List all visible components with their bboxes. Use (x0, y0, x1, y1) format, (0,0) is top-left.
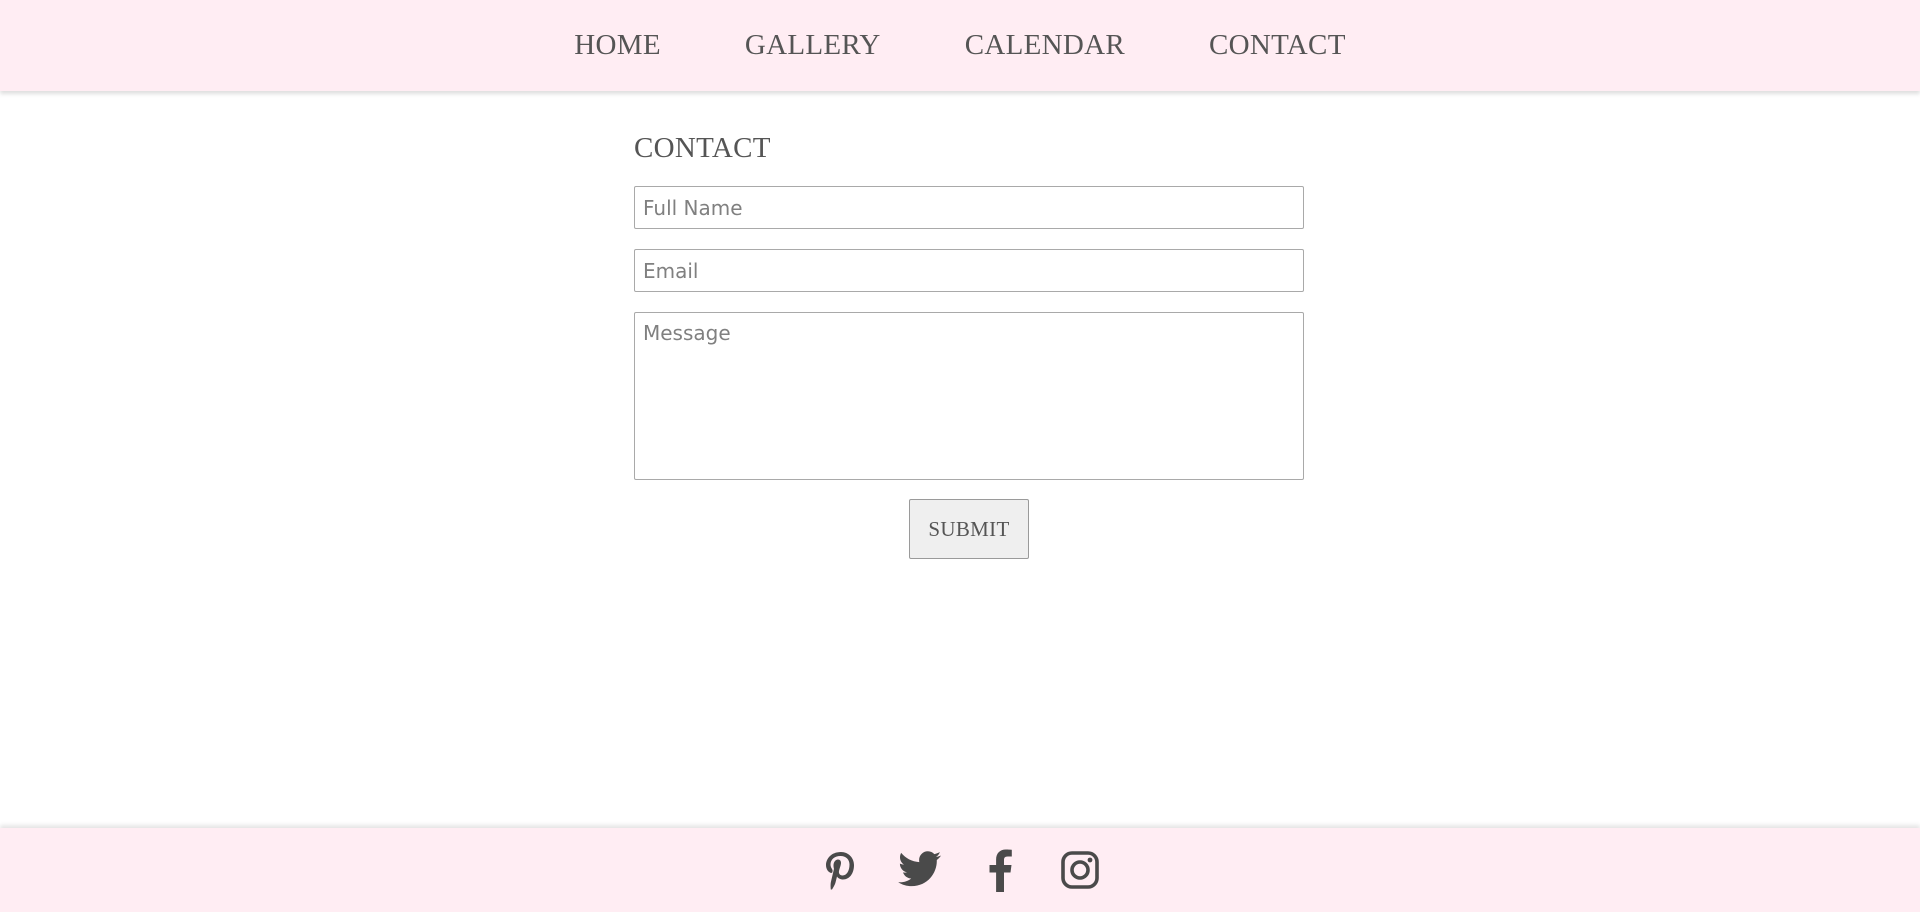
contact-section: CONTACT SUBMIT (634, 130, 1304, 559)
full-name-field[interactable] (634, 186, 1304, 229)
submit-row: SUBMIT (634, 499, 1304, 559)
pinterest-icon[interactable] (812, 842, 868, 898)
submit-button[interactable]: SUBMIT (909, 499, 1029, 559)
nav-calendar-link[interactable]: CALENDAR (923, 0, 1167, 91)
email-field[interactable] (634, 249, 1304, 292)
twitter-icon[interactable] (892, 842, 948, 898)
instagram-icon[interactable] (1052, 842, 1108, 898)
top-navigation: HOME GALLERY CALENDAR CONTACT (0, 0, 1920, 91)
nav-contact-link[interactable]: CONTACT (1167, 0, 1388, 91)
facebook-icon[interactable] (972, 842, 1028, 898)
page-title: CONTACT (634, 132, 771, 164)
nav-home-link[interactable]: HOME (532, 0, 703, 91)
footer (0, 828, 1920, 912)
message-field[interactable] (634, 312, 1304, 480)
contact-form: SUBMIT (634, 186, 1304, 559)
nav-gallery-link[interactable]: GALLERY (703, 0, 923, 91)
